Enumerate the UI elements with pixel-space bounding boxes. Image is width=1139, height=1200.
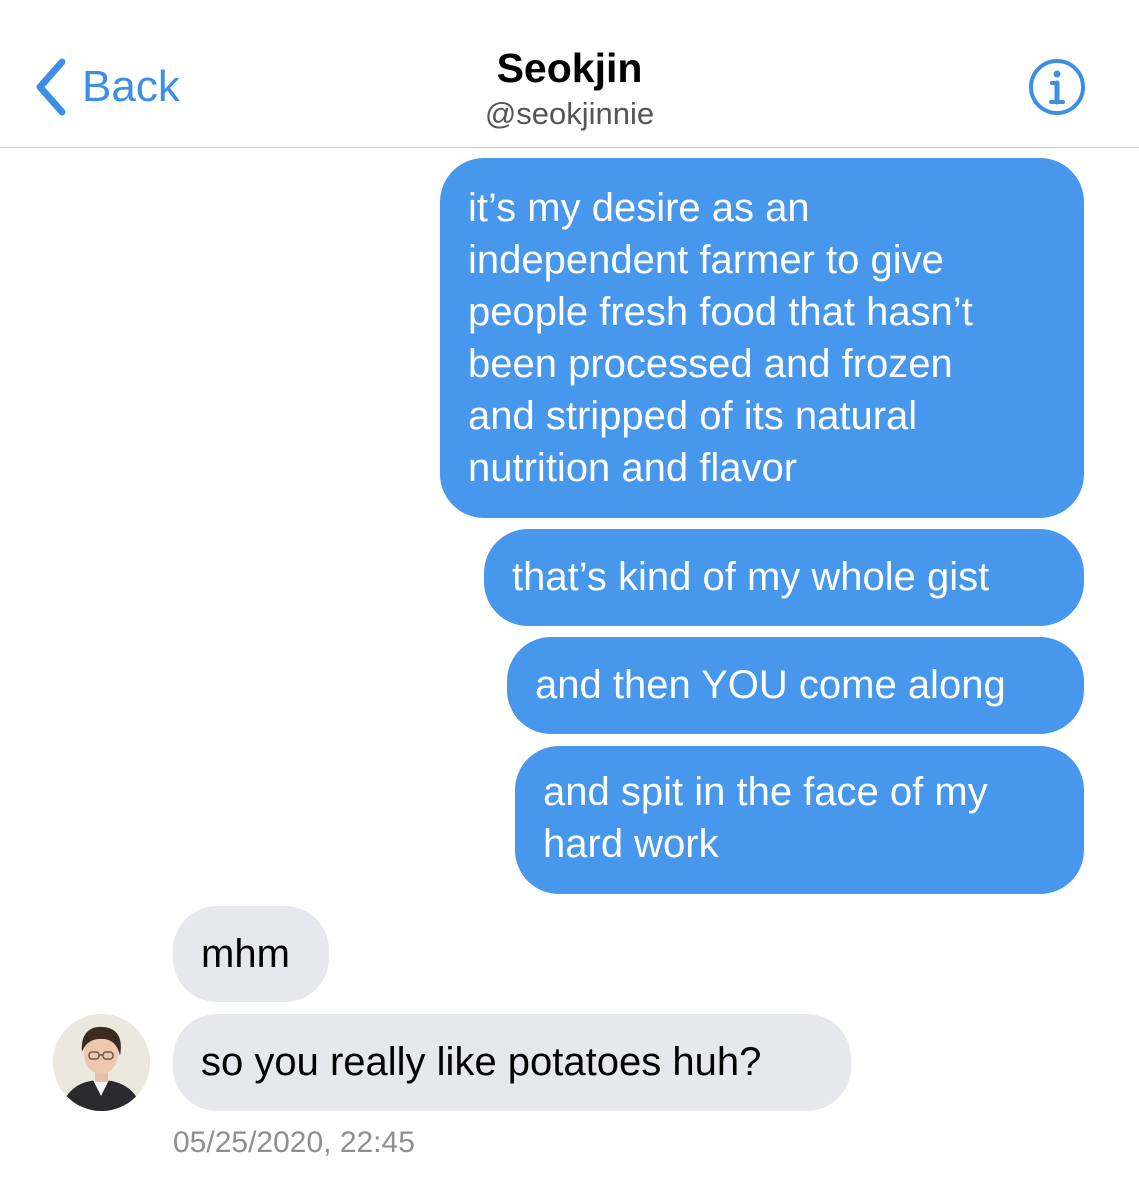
contact-handle: @seokjinnie xyxy=(484,96,655,131)
message-bubble-outgoing[interactable]: it’s my desire as an independent farmer … xyxy=(440,158,1084,518)
avatar[interactable] xyxy=(53,1014,150,1111)
conversation-header: Back Seokjin @seokjinnie xyxy=(0,0,1139,148)
contact-name: Seokjin xyxy=(496,45,643,91)
message-bubble-outgoing[interactable]: and then YOU come along xyxy=(507,637,1084,734)
message-bubble-incoming[interactable]: so you really like potatoes huh? xyxy=(173,1014,851,1111)
info-icon xyxy=(1028,59,1086,120)
message-timestamp: 05/25/2020, 22:45 xyxy=(173,1126,415,1159)
message-bubble-incoming[interactable]: mhm xyxy=(173,906,329,1002)
message-bubble-outgoing[interactable]: and spit in the face of my hard work xyxy=(515,746,1084,894)
info-button[interactable] xyxy=(1028,58,1086,116)
message-bubble-outgoing[interactable]: that’s kind of my whole gist xyxy=(484,529,1084,626)
